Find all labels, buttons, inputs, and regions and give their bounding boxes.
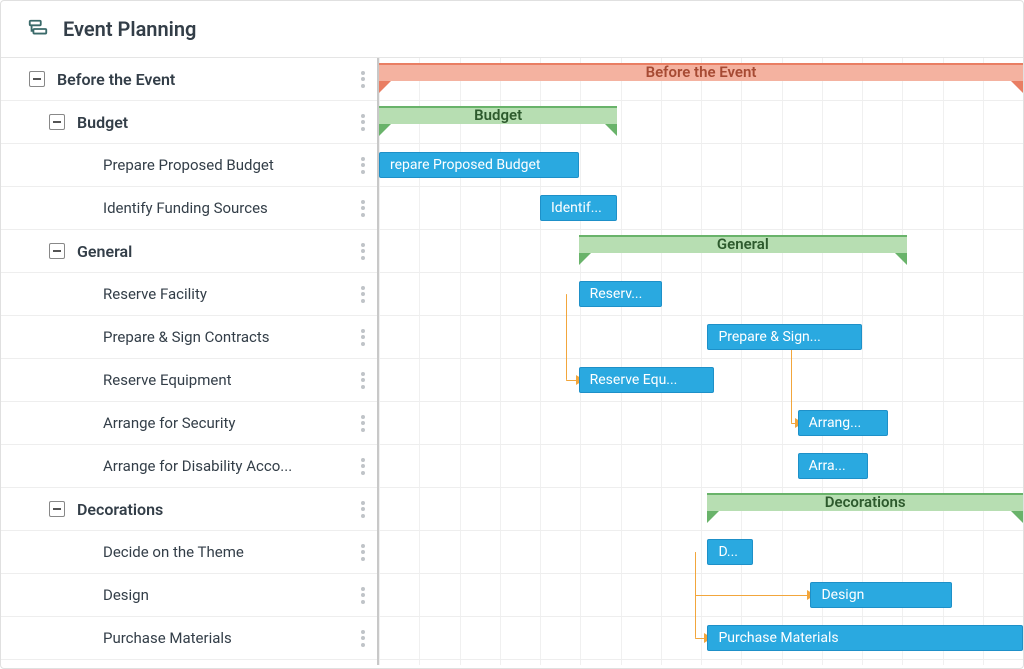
task-label: Arrange for Disability Acco...: [95, 457, 292, 475]
task-list-pane: Before the Event Budget Prepare Proposed B…: [1, 58, 379, 665]
task-row[interactable]: Arrange for Disability Acco...: [1, 445, 377, 488]
task-row[interactable]: General: [1, 230, 377, 273]
task-label: Budget: [65, 113, 128, 132]
task-label: Identify Funding Sources: [95, 199, 268, 217]
task-label: Reserve Facility: [95, 285, 207, 303]
row-menu-button[interactable]: [361, 574, 365, 616]
task-bar[interactable]: Identif...: [540, 195, 617, 221]
task-label: Before the Event: [45, 70, 175, 89]
task-bar[interactable]: Reserve Equ...: [579, 367, 714, 393]
task-label: Prepare & Sign Contracts: [95, 328, 270, 346]
collapse-toggle[interactable]: [49, 243, 65, 259]
task-row[interactable]: Purchase Materials: [1, 617, 377, 660]
row-menu-button[interactable]: [361, 230, 365, 272]
task-row[interactable]: Decorations: [1, 488, 377, 531]
task-row[interactable]: Identify Funding Sources: [1, 187, 377, 230]
collapse-toggle[interactable]: [49, 114, 65, 130]
task-row[interactable]: Reserve Facility: [1, 273, 377, 316]
task-row[interactable]: Budget: [1, 101, 377, 144]
task-label: Decide on the Theme: [95, 543, 244, 561]
task-row[interactable]: Design: [1, 574, 377, 617]
group-bar[interactable]: Decorations: [707, 493, 1023, 517]
task-label: Decorations: [65, 500, 163, 519]
task-label: Design: [95, 586, 149, 604]
group-bar[interactable]: General: [579, 235, 907, 259]
task-label: Prepare Proposed Budget: [95, 156, 274, 174]
gantt-content: Before the Event Budget Prepare Proposed B…: [1, 58, 1023, 665]
task-label: Purchase Materials: [95, 629, 232, 647]
row-menu-button[interactable]: [361, 617, 365, 659]
row-menu-button[interactable]: [361, 273, 365, 315]
task-bar[interactable]: Reserv...: [579, 281, 663, 307]
task-row[interactable]: Prepare Proposed Budget: [1, 144, 377, 187]
task-row[interactable]: Prepare & Sign Contracts: [1, 316, 377, 359]
task-row[interactable]: Before the Event: [1, 58, 377, 101]
task-label: Arrange for Security: [95, 414, 236, 432]
row-menu-button[interactable]: [361, 187, 365, 229]
phase-bar[interactable]: Before the Event: [379, 63, 1023, 87]
row-menu-button[interactable]: [361, 144, 365, 186]
task-row[interactable]: Decide on the Theme: [1, 531, 377, 574]
collapse-toggle[interactable]: [49, 501, 65, 517]
collapse-toggle[interactable]: [29, 71, 45, 87]
task-bar[interactable]: D...: [707, 539, 752, 565]
row-menu-button[interactable]: [361, 316, 365, 358]
task-row[interactable]: Arrange for Security: [1, 402, 377, 445]
task-bar[interactable]: Arrang...: [798, 410, 888, 436]
timeline-pane[interactable]: Before the Event Budget repare Proposed Bu…: [379, 58, 1023, 665]
row-menu-button[interactable]: [361, 402, 365, 444]
row-menu-button[interactable]: [361, 359, 365, 401]
row-menu-button[interactable]: [361, 488, 365, 530]
task-bar[interactable]: Arra...: [798, 453, 869, 479]
task-row[interactable]: Reserve Equipment: [1, 359, 377, 402]
page-header: Event Planning: [1, 1, 1023, 58]
task-label: General: [65, 242, 132, 261]
task-bar[interactable]: repare Proposed Budget: [379, 152, 579, 178]
row-menu-button[interactable]: [361, 445, 365, 487]
bars-area: Before the Event Budget repare Proposed Bu…: [379, 58, 1023, 665]
row-menu-button[interactable]: [361, 101, 365, 143]
gantt-icon: [27, 18, 49, 40]
group-bar[interactable]: Budget: [379, 106, 617, 130]
page-title: Event Planning: [63, 17, 196, 41]
task-label: Reserve Equipment: [95, 371, 232, 389]
row-menu-button[interactable]: [361, 531, 365, 573]
task-bar[interactable]: Prepare & Sign...: [707, 324, 862, 350]
row-menu-button[interactable]: [361, 58, 365, 100]
task-bar[interactable]: Purchase Materials: [707, 625, 1023, 651]
task-bar[interactable]: Design: [810, 582, 952, 608]
